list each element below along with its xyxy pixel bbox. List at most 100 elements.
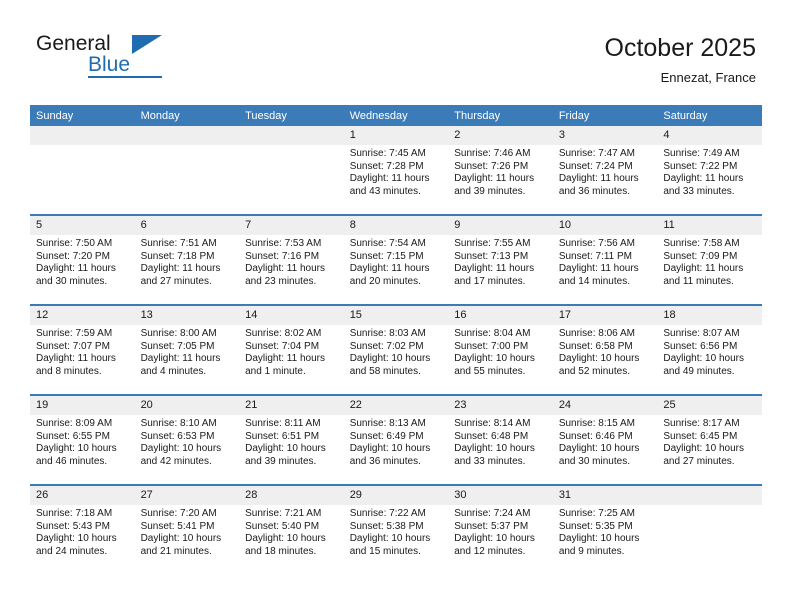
calendar-day-cell[interactable]: 3 Sunrise: 7:47 AM Sunset: 7:24 PM Daylight… (552, 126, 658, 215)
calendar-day-cell[interactable]: 31 Sunrise: 7:25 AM Sunset: 5:35 PM Dayligh… (552, 484, 658, 574)
calendar-day-cell[interactable]: 16 Sunrise: 8:04 AM Sunset: 7:00 PM Dayligh… (448, 304, 553, 395)
calendar-day-cell[interactable]: 10 Sunrise: 7:56 AM Sunset: 7:11 PM Dayligh… (552, 214, 658, 305)
calendar-day-cell[interactable]: 2 Sunrise: 7:46 AM Sunset: 7:26 PM Daylight… (448, 126, 553, 215)
day-info-daylight: and 55 minutes. (454, 365, 526, 377)
day-info-sunset: Sunset: 7:18 PM (140, 250, 215, 262)
calendar-day-cell[interactable]: 23 Sunrise: 8:14 AM Sunset: 6:48 PM Dayligh… (448, 394, 553, 485)
day-info-sunset: Sunset: 5:35 PM (558, 520, 633, 532)
day-info-sunset: Sunset: 7:24 PM (558, 160, 633, 172)
day-info-daylight: and 58 minutes. (349, 365, 421, 377)
day-info-daylight: and 33 minutes. (663, 185, 735, 197)
logo-underline (88, 76, 162, 78)
day-info-daylight: Daylight: 11 hours (558, 173, 639, 185)
day-info: Sunrise: 7:25 AM Sunset: 5:35 PM Daylight:… (553, 505, 658, 558)
day-info-daylight: Daylight: 10 hours (140, 533, 222, 545)
day-info-daylight: Daylight: 10 hours (36, 533, 117, 545)
day-info: Sunrise: 8:09 AM Sunset: 6:55 PM Daylight:… (30, 415, 135, 468)
day-info-daylight: Daylight: 11 hours (454, 263, 535, 275)
calendar-day-cell[interactable]: 13 Sunrise: 8:00 AM Sunset: 7:05 PM Dayligh… (134, 304, 240, 395)
day-number: 8 (343, 216, 449, 235)
day-info-daylight: Daylight: 10 hours (663, 443, 744, 455)
day-number: 15 (343, 306, 449, 325)
calendar-week-row: 26 Sunrise: 7:18 AM Sunset: 5:43 PM Dayligh… (30, 484, 762, 574)
day-number: 11 (657, 216, 762, 235)
calendar-day-cell[interactable]: 19 Sunrise: 8:09 AM Sunset: 6:55 PM Dayligh… (30, 394, 135, 485)
day-info-daylight: Daylight: 10 hours (558, 443, 640, 455)
calendar-day-cell[interactable]: 17 Sunrise: 8:06 AM Sunset: 6:58 PM Dayligh… (552, 304, 658, 395)
day-number: 17 (552, 306, 658, 325)
calendar-day-cell[interactable]: 25 Sunrise: 8:17 AM Sunset: 6:45 PM Dayligh… (657, 394, 762, 485)
day-info-daylight: and 1 minute. (245, 365, 306, 377)
day-info-sunset: Sunset: 7:00 PM (454, 340, 529, 352)
day-info-sunset: Sunset: 6:56 PM (663, 340, 738, 352)
calendar-day-cell[interactable]: 27 Sunrise: 7:20 AM Sunset: 5:41 PM Dayligh… (134, 484, 240, 574)
day-info-daylight: and 11 minutes. (663, 275, 734, 287)
calendar-day-cell[interactable]: 20 Sunrise: 8:10 AM Sunset: 6:53 PM Dayligh… (134, 394, 240, 485)
day-number: 4 (657, 126, 762, 145)
weekday-header-friday: Friday (552, 105, 658, 126)
day-info-daylight: and 42 minutes. (140, 455, 212, 467)
calendar-day-cell[interactable]: 6 Sunrise: 7:51 AM Sunset: 7:18 PM Daylight… (134, 214, 240, 305)
day-info-sunrise: Sunrise: 8:11 AM (245, 418, 321, 429)
day-info-daylight: and 30 minutes. (558, 455, 630, 467)
calendar-day-cell[interactable]: 28 Sunrise: 7:21 AM Sunset: 5:40 PM Dayligh… (239, 484, 344, 574)
calendar-day-cell[interactable]: 15 Sunrise: 8:03 AM Sunset: 7:02 PM Dayligh… (343, 304, 449, 395)
calendar-day-cell[interactable]: 14 Sunrise: 8:02 AM Sunset: 7:04 PM Dayligh… (239, 304, 344, 395)
day-info-sunrise: Sunrise: 8:02 AM (245, 328, 322, 339)
calendar-day-cell[interactable]: 12 Sunrise: 7:59 AM Sunset: 7:07 PM Dayligh… (30, 304, 135, 395)
day-info-sunrise: Sunrise: 7:18 AM (36, 508, 113, 519)
day-info: Sunrise: 8:14 AM Sunset: 6:48 PM Daylight:… (448, 415, 553, 468)
calendar-day-cell[interactable]: 26 Sunrise: 7:18 AM Sunset: 5:43 PM Dayligh… (30, 484, 135, 574)
calendar-cell-empty (134, 126, 240, 215)
day-info-daylight: Daylight: 11 hours (349, 173, 430, 185)
day-info-daylight: Daylight: 11 hours (140, 353, 221, 365)
day-number: 1 (343, 126, 449, 145)
day-info: Sunrise: 8:11 AM Sunset: 6:51 PM Daylight:… (239, 415, 344, 468)
calendar-day-cell[interactable]: 18 Sunrise: 8:07 AM Sunset: 6:56 PM Dayligh… (657, 304, 762, 395)
day-info-sunrise: Sunrise: 7:55 AM (454, 238, 531, 249)
day-info-daylight: Daylight: 10 hours (245, 443, 326, 455)
day-number: 27 (134, 486, 240, 505)
day-info-sunrise: Sunrise: 7:20 AM (140, 508, 217, 519)
calendar-day-cell[interactable]: 7 Sunrise: 7:53 AM Sunset: 7:16 PM Daylight… (239, 214, 344, 305)
day-info-daylight: and 46 minutes. (36, 455, 108, 467)
calendar-day-cell[interactable]: 22 Sunrise: 8:13 AM Sunset: 6:49 PM Dayligh… (343, 394, 449, 485)
calendar-table: Sunday Monday Tuesday Wednesday Thursday… (30, 105, 762, 574)
day-info: Sunrise: 7:49 AM Sunset: 7:22 PM Daylight:… (657, 145, 762, 198)
calendar-day-cell[interactable]: 5 Sunrise: 7:50 AM Sunset: 7:20 PM Daylight… (30, 214, 135, 305)
calendar-day-cell[interactable]: 4 Sunrise: 7:49 AM Sunset: 7:22 PM Daylight… (657, 126, 762, 215)
day-number: 24 (552, 396, 658, 415)
day-info-daylight: Daylight: 10 hours (454, 353, 535, 365)
day-info-daylight: and 52 minutes. (558, 365, 630, 377)
location-subtitle: Ennezat, France (660, 70, 756, 85)
day-number: 14 (239, 306, 344, 325)
day-info-daylight: Daylight: 10 hours (454, 533, 535, 545)
day-info-daylight: and 21 minutes. (140, 545, 212, 557)
day-info: Sunrise: 8:02 AM Sunset: 7:04 PM Daylight:… (239, 325, 344, 378)
day-info: Sunrise: 7:45 AM Sunset: 7:28 PM Daylight:… (344, 145, 449, 198)
day-number: 30 (448, 486, 553, 505)
day-info: Sunrise: 7:51 AM Sunset: 7:18 PM Daylight:… (135, 235, 240, 288)
calendar-day-cell[interactable]: 30 Sunrise: 7:24 AM Sunset: 5:37 PM Dayligh… (448, 484, 553, 574)
calendar-day-cell[interactable]: 24 Sunrise: 8:15 AM Sunset: 6:46 PM Dayligh… (552, 394, 658, 485)
day-info-sunset: Sunset: 7:05 PM (140, 340, 215, 352)
day-info-daylight: and 36 minutes. (558, 185, 630, 197)
day-number: 20 (134, 396, 240, 415)
day-info-daylight: Daylight: 11 hours (140, 263, 221, 275)
day-info-sunset: Sunset: 7:22 PM (663, 160, 738, 172)
day-info-daylight: Daylight: 10 hours (663, 353, 744, 365)
day-info-daylight: Daylight: 10 hours (558, 353, 640, 365)
day-info-sunset: Sunset: 6:53 PM (140, 430, 215, 442)
calendar-day-cell[interactable]: 1 Sunrise: 7:45 AM Sunset: 7:28 PM Daylight… (343, 126, 449, 215)
day-info-sunrise: Sunrise: 7:53 AM (245, 238, 322, 249)
calendar-day-cell[interactable]: 11 Sunrise: 7:58 AM Sunset: 7:09 PM Dayligh… (657, 214, 762, 305)
day-number (30, 126, 135, 145)
day-number: 5 (30, 216, 135, 235)
calendar-day-cell[interactable]: 29 Sunrise: 7:22 AM Sunset: 5:38 PM Dayligh… (343, 484, 449, 574)
calendar-day-cell[interactable]: 9 Sunrise: 7:55 AM Sunset: 7:13 PM Daylight… (448, 214, 553, 305)
day-info-daylight: and 24 minutes. (36, 545, 108, 557)
calendar-day-cell[interactable]: 21 Sunrise: 8:11 AM Sunset: 6:51 PM Dayligh… (239, 394, 344, 485)
day-info-sunset: Sunset: 7:09 PM (663, 250, 738, 262)
day-info-sunrise: Sunrise: 8:13 AM (349, 418, 426, 429)
calendar-day-cell[interactable]: 8 Sunrise: 7:54 AM Sunset: 7:15 PM Daylight… (343, 214, 449, 305)
